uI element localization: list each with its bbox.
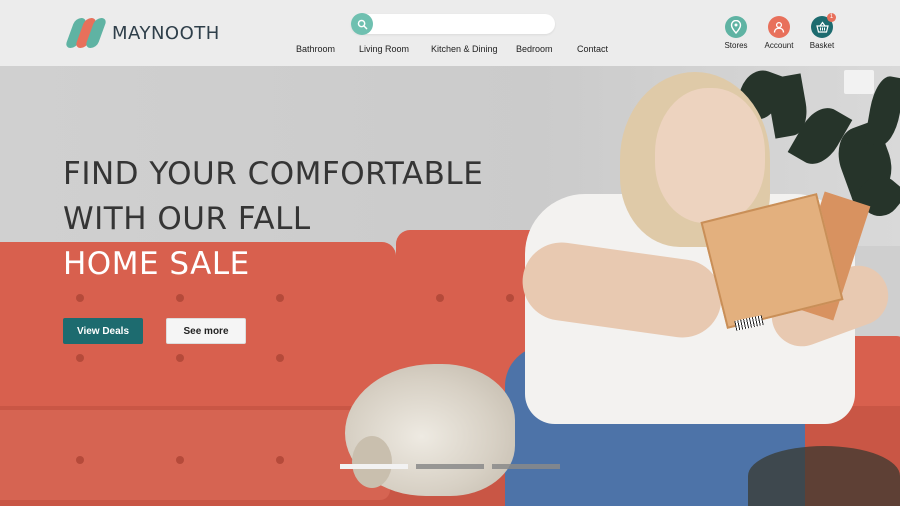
search-bar [351, 13, 555, 35]
brand-name: MAYNOOTH [112, 22, 220, 44]
account-label: Account [764, 41, 794, 50]
basket-label: Basket [809, 41, 835, 50]
nav-item-contact[interactable]: Contact [577, 44, 608, 54]
user-icon [768, 16, 790, 38]
stores-label: Stores [724, 41, 748, 50]
stores-link[interactable]: Stores [716, 16, 756, 50]
nav-item-kitchen-dining[interactable]: Kitchen & Dining [431, 44, 498, 54]
slide-dot-3[interactable] [492, 464, 560, 469]
search-icon[interactable] [351, 13, 373, 35]
search-input[interactable] [377, 14, 547, 34]
see-more-button[interactable]: See more [166, 318, 246, 344]
basket-count-badge: 1 [827, 13, 836, 22]
headline-line-2: WITH OUR FALL [63, 201, 311, 237]
headline-line-3: HOME SALE [63, 246, 250, 282]
brand-logo[interactable]: MAYNOOTH [64, 18, 220, 48]
headline-line-1: FIND YOUR COMFORTABLE [63, 156, 484, 192]
brand-logo-mark [64, 18, 108, 48]
hero-headline: FIND YOUR COMFORTABLE WITH OUR FALL HOME… [63, 152, 483, 287]
nav-item-bathroom[interactable]: Bathroom [296, 44, 335, 54]
hero-plant-pot [748, 446, 900, 506]
site-header: MAYNOOTH Bathroom Living Room Kitchen & … [0, 0, 900, 66]
nav-item-bedroom[interactable]: Bedroom [516, 44, 553, 54]
view-deals-button[interactable]: View Deals [63, 318, 143, 344]
account-link[interactable]: Account [759, 16, 799, 50]
slide-dot-1[interactable] [340, 464, 408, 469]
basket-link[interactable]: 1 Basket [802, 13, 842, 50]
wall-outlet [844, 70, 874, 94]
nav-item-living-room[interactable]: Living Room [359, 44, 409, 54]
slide-dot-2[interactable] [416, 464, 484, 469]
location-pin-icon [725, 16, 747, 38]
basket-icon: 1 [811, 13, 836, 38]
